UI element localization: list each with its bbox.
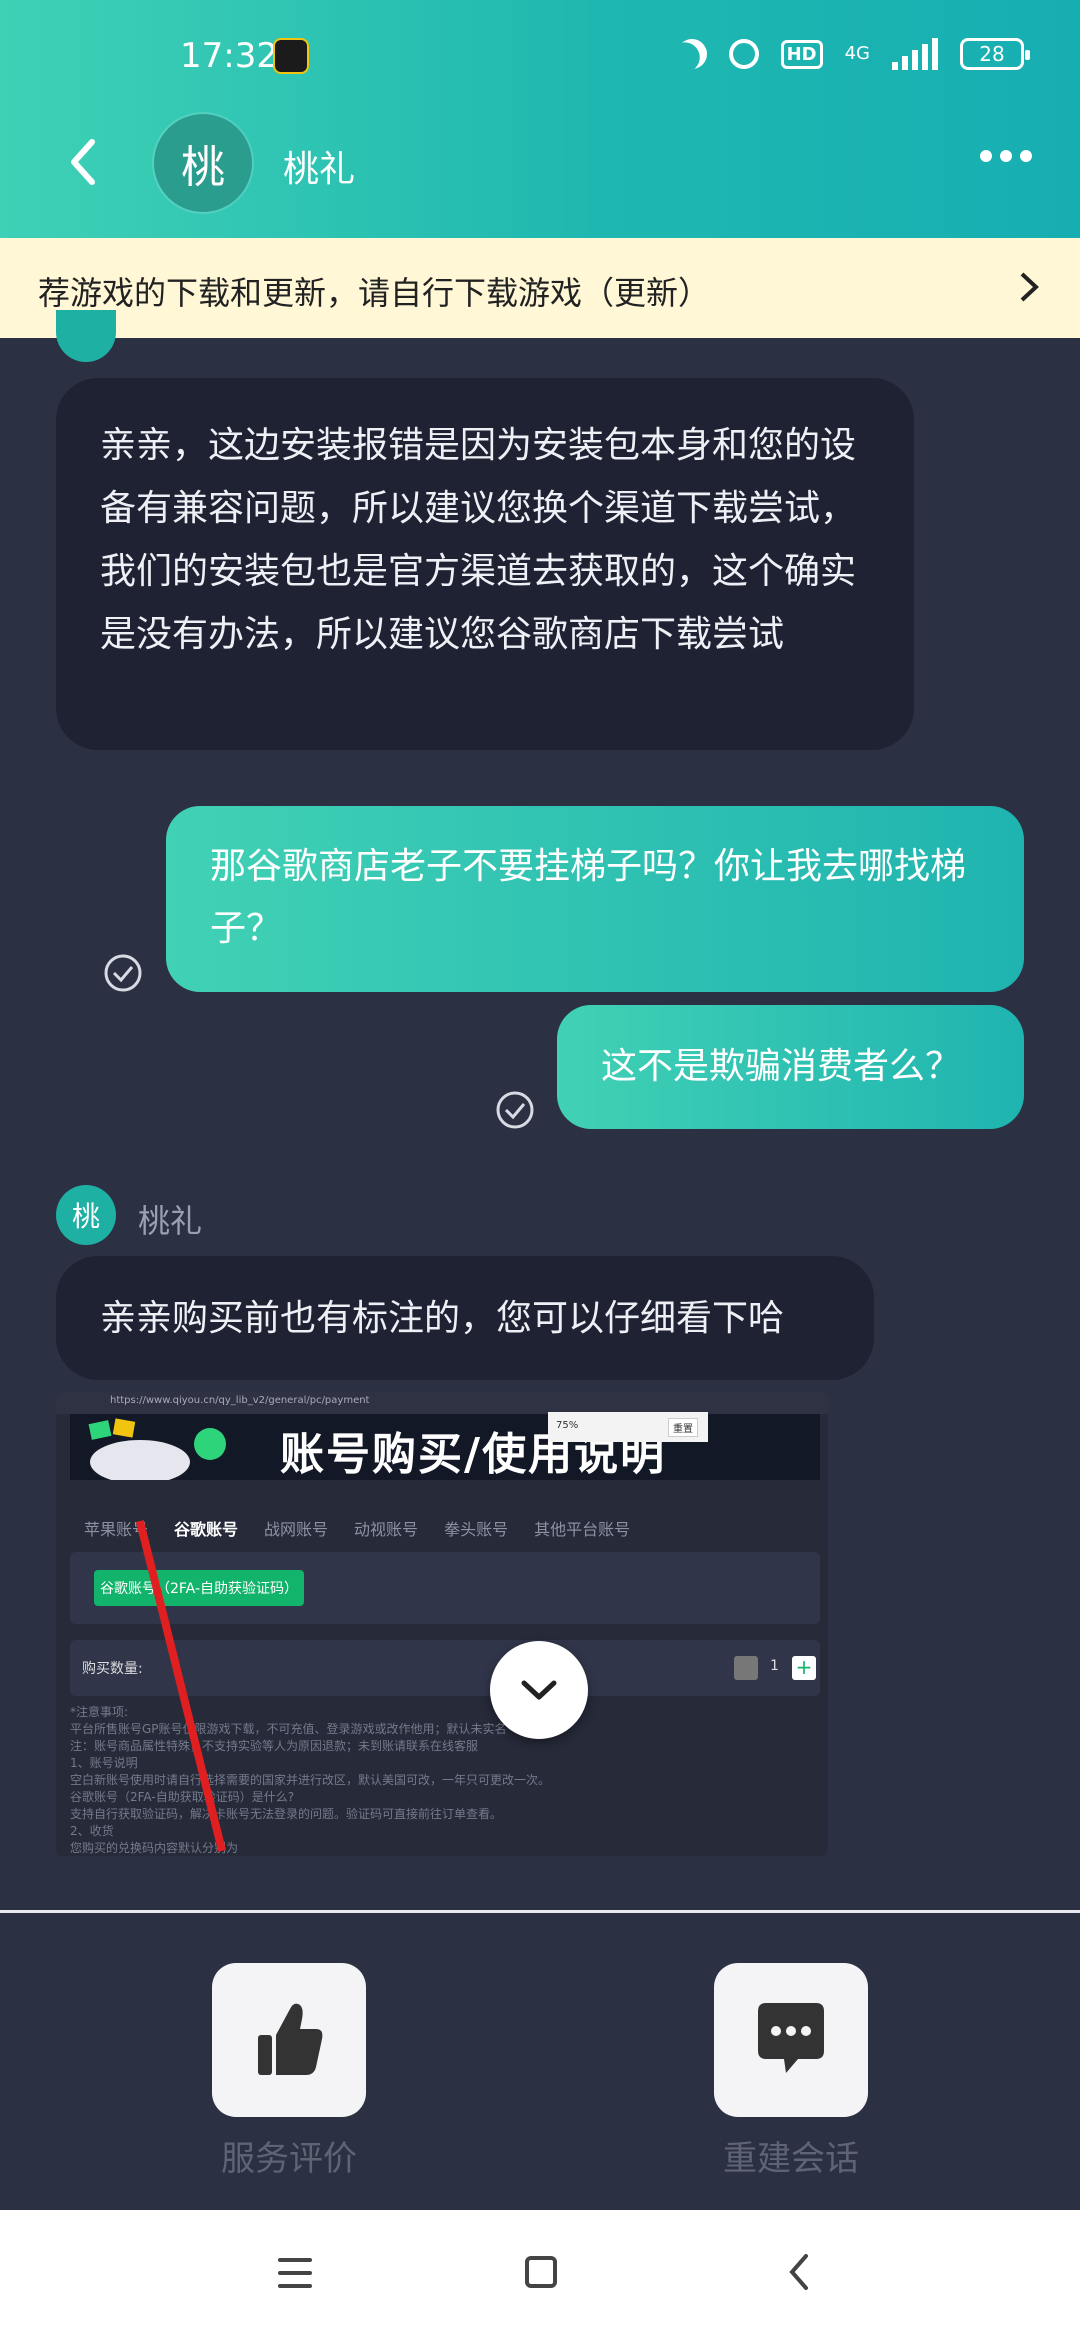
chevron-right-icon <box>1016 270 1040 313</box>
sender-name: 桃礼 <box>138 1202 203 1240</box>
signal-icon <box>892 38 938 70</box>
image-quantity-label: 购买数量: <box>82 1661 143 1677</box>
note-line: 您购买的兑换码内容默认分别为 <box>70 1841 239 1855</box>
incoming-message[interactable]: 亲亲，这边安装报错是因为安装包本身和您的设备有兼容问题，所以建议您换个渠道下载尝… <box>56 378 914 750</box>
more-options-button[interactable] <box>980 150 1032 162</box>
image-option: 谷歌账号（2FA-自助获验证码） <box>94 1570 304 1606</box>
chat-bubble-icon <box>758 2003 824 2073</box>
zoom-popup: 75% 重置 <box>548 1412 708 1442</box>
zoom-level: 75% <box>556 1420 579 1431</box>
zoom-reset: 重置 <box>668 1418 698 1437</box>
system-nav-bar <box>0 2210 1080 2340</box>
status-bar: 17:32 HD 4G 28 <box>0 28 1080 88</box>
bottom-action-panel: 服务评价 重建会话 <box>0 1910 1080 2213</box>
status-time: 17:32 <box>180 36 278 76</box>
note-line: *注意事项: <box>70 1705 129 1719</box>
minus-icon <box>734 1656 758 1680</box>
dot-icon <box>1000 150 1012 162</box>
hd-icon: HD <box>780 39 823 69</box>
browser-bar: https://www.qiyou.cn/qy_lib_v2/general/p… <box>56 1392 828 1414</box>
alarm-icon <box>728 39 759 69</box>
do-not-disturb-icon <box>672 34 712 74</box>
outgoing-message[interactable]: 这不是欺骗消费者么？ <box>557 1005 1024 1129</box>
battery-icon: 28 <box>960 38 1030 70</box>
image-tab-active: 谷歌账号 <box>174 1520 239 1539</box>
image-tab: 拳头账号 <box>444 1520 509 1539</box>
home-button[interactable] <box>525 2256 557 2288</box>
browser-url: https://www.qiyou.cn/qy_lib_v2/general/p… <box>110 1395 370 1406</box>
back-arrow-icon <box>789 2254 808 2290</box>
message-text: 亲亲购买前也有标注的，您可以仔细看下哈 <box>100 1298 785 1339</box>
incoming-message[interactable]: 亲亲购买前也有标注的，您可以仔细看下哈 <box>56 1256 874 1380</box>
message-text: 亲亲，这边安装报错是因为安装包本身和您的设备有兼容问题，所以建议您换个渠道下载尝… <box>100 425 857 655</box>
chat-title: 桃礼 <box>283 149 356 190</box>
chevron-left-icon <box>71 139 95 185</box>
read-check-icon <box>495 1090 535 1130</box>
image-option-box: 谷歌账号（2FA-自助获验证码） <box>70 1552 820 1624</box>
avatar-char: 桃 <box>71 1200 100 1233</box>
notice-text: 荐游戏的下载和更新，请自行下载游戏（更新） <box>38 274 711 312</box>
message-text: 那谷歌商店老子不要挂梯子吗？你让我去哪找梯子？ <box>210 846 967 949</box>
back-button[interactable] <box>60 132 110 192</box>
battery-level: 28 <box>979 42 1005 66</box>
image-message[interactable]: https://www.qiyou.cn/qy_lib_v2/general/p… <box>56 1392 828 1856</box>
app-notification-icon <box>273 38 309 74</box>
rebuild-session-button[interactable] <box>714 1963 868 2117</box>
read-check-icon <box>103 953 143 993</box>
avatar-char: 桃 <box>181 142 225 193</box>
notice-bar[interactable]: 荐游戏的下载和更新，请自行下载游戏（更新） <box>0 238 1080 338</box>
image-tab: 其他平台账号 <box>534 1520 631 1539</box>
chat-header: 17:32 HD 4G 28 桃 桃礼 <box>0 0 1080 238</box>
note-line: 空白新账号使用时请自行选择需要的国家并进行改区，默认美国可改，一年只可更改一次。 <box>70 1773 551 1787</box>
agent-avatar[interactable]: 桃 <box>154 114 252 212</box>
dot-icon <box>1020 150 1032 162</box>
scroll-to-bottom-button[interactable] <box>490 1641 588 1739</box>
note-line: 注：账号商品属性特殊，不支持实验等人为原因退款；未到账请联系在线客服 <box>70 1739 479 1753</box>
image-tabs: 苹果账号 谷歌账号 战网账号 动视账号 拳头账号 其他平台账号 <box>84 1516 630 1540</box>
rate-service-button[interactable] <box>212 1963 366 2117</box>
note-line: 1、账号说明 <box>70 1756 138 1770</box>
sender-avatar <box>56 310 116 362</box>
note-line: 2、收货 <box>70 1824 114 1838</box>
message-text: 这不是欺骗消费者么？ <box>601 1046 962 1087</box>
recent-apps-button[interactable] <box>278 2258 312 2297</box>
system-back-button[interactable] <box>780 2250 820 2294</box>
outgoing-message[interactable]: 那谷歌商店老子不要挂梯子吗？你让我去哪找梯子？ <box>166 806 1024 992</box>
image-quantity: 1 <box>770 1658 779 1674</box>
network-type-label: 4G <box>844 43 870 64</box>
note-line: 平台所售账号GP账号仅限游戏下载，不可充值、登录游戏或改作他用；默认未实名 <box>70 1722 507 1736</box>
rate-service-label: 服务评价 <box>221 2139 357 2179</box>
dot-icon <box>980 150 992 162</box>
chevron-down-icon <box>521 1680 557 1700</box>
image-tab: 动视账号 <box>354 1520 419 1539</box>
sender-avatar[interactable]: 桃 <box>56 1185 116 1245</box>
note-line: 支持自行获取验证码，解决卡账号无法登录的问题。验证码可直接前往订单查看。 <box>70 1807 503 1821</box>
image-tab: 战网账号 <box>264 1520 329 1539</box>
thumbs-up-icon <box>258 2003 323 2075</box>
game-art-icon <box>88 1418 226 1480</box>
rebuild-session-label: 重建会话 <box>723 2139 859 2179</box>
note-line: 谷歌账号（2FA-自助获取验证码）是什么? <box>70 1790 295 1804</box>
image-notes: *注意事项: 平台所售账号GP账号仅限游戏下载，不可充值、登录游戏或改作他用；默… <box>70 1704 810 1856</box>
plus-icon: + <box>792 1656 816 1680</box>
